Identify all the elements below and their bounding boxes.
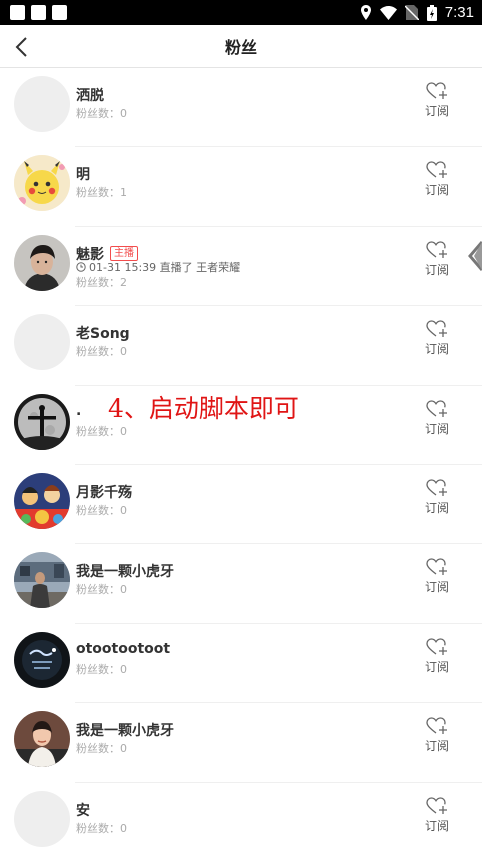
subscribe-heart-plus-icon: [426, 558, 447, 576]
name-line: 我是一颗小虎牙: [76, 561, 174, 581]
name-line: 老Song: [76, 323, 130, 343]
name-line: otootootoot: [76, 641, 170, 657]
fans-count: 粉丝数：0: [76, 662, 127, 676]
name-line: 洒脱: [76, 85, 104, 105]
subscribe-label: 订阅: [424, 421, 449, 436]
page-title: 粉丝: [224, 38, 257, 57]
fans-count: 粉丝数：0: [76, 107, 127, 120]
fans-count: 粉丝数：1: [76, 186, 127, 200]
fan-row[interactable]: 安粉丝数：0 订阅: [0, 783, 482, 857]
notification-icon: [31, 5, 46, 20]
subscribe-button[interactable]: 订阅: [422, 638, 452, 675]
subscribe-heart-plus-icon: [426, 241, 447, 258]
fan-row[interactable]: 月影千殇粉丝数：0 订阅: [0, 465, 482, 545]
fan-row[interactable]: 魅影 主播 01-31 15:39 直播了 王者荣耀 粉丝数：2 订阅: [0, 227, 482, 307]
last-live: 01-31 15:39 直播了 王者荣耀: [76, 259, 240, 275]
fan-row[interactable]: 老Song 粉丝数：0 订阅: [0, 306, 482, 386]
fan-name: 洒脱: [76, 88, 104, 104]
fans-count: 粉丝数：0: [76, 345, 127, 359]
fan-name: .: [76, 402, 82, 419]
subscribe-label: 订阅: [424, 104, 449, 118]
name-line: 月影千殇: [76, 482, 132, 502]
clock: 7:31: [444, 4, 474, 21]
subscribe-heart-plus-icon: [426, 399, 447, 417]
notification-icon: [52, 5, 67, 20]
name-line: 明: [76, 164, 90, 184]
fan-name: 明: [76, 167, 90, 184]
avatar[interactable]: [14, 631, 70, 688]
fan-name: 月影千殇: [76, 484, 132, 501]
fans-count: 粉丝数：0: [76, 583, 127, 597]
avatar[interactable]: [14, 393, 70, 450]
subscribe-button[interactable]: 订阅: [422, 161, 452, 198]
subscribe-heart-plus-icon: [426, 320, 447, 338]
subscribe-heart-plus-icon: [426, 717, 447, 735]
subscribe-heart-plus-icon: [426, 638, 447, 655]
overlay-caption: 4、启动脚本即可: [108, 394, 299, 423]
fans-count: 粉丝数：0: [76, 503, 127, 517]
fans-count: 粉丝数：0: [76, 742, 127, 756]
fan-name: 安: [76, 802, 90, 819]
location-icon: [360, 5, 371, 20]
subscribe-button[interactable]: 订阅: [422, 241, 452, 278]
subscribe-heart-plus-icon: [426, 479, 447, 496]
clock-icon: [76, 262, 86, 272]
subscribe-label: 订阅: [424, 580, 449, 595]
fan-name: otootootoot: [76, 640, 171, 657]
subscribe-label: 订阅: [424, 262, 449, 277]
subscribe-button[interactable]: 订阅: [422, 320, 452, 357]
subscribe-heart-plus-icon: [426, 82, 447, 99]
battery-icon: [426, 4, 437, 21]
subscribe-label: 订阅: [424, 659, 449, 674]
fans-count: 粉丝数：2: [76, 275, 127, 289]
subscribe-label: 订阅: [424, 818, 449, 833]
fan-row[interactable]: 我是一颗小虎牙 粉丝数：0 订阅: [0, 544, 482, 625]
subscribe-label: 订阅: [424, 183, 449, 198]
subscribe-button[interactable]: 订阅: [422, 82, 452, 119]
subscribe-label: 订阅: [424, 500, 449, 515]
fan-row[interactable]: 明粉丝数：1 订阅: [0, 147, 482, 228]
wifi-icon: [379, 5, 397, 20]
subscribe-button[interactable]: 订阅: [422, 558, 452, 595]
avatar[interactable]: [14, 472, 70, 529]
system-icons: 7:31: [360, 4, 474, 21]
fan-row[interactable]: otootootoot 粉丝数：0 订阅: [0, 624, 482, 704]
subscribe-button[interactable]: 订阅: [422, 399, 452, 437]
status-bar: 7:31: [0, 0, 482, 25]
fans-count: 粉丝数：0: [76, 821, 127, 835]
subscribe-heart-plus-icon: [426, 161, 447, 179]
subscribe-label: 订阅: [424, 342, 449, 357]
side-handle-icon[interactable]: [468, 238, 482, 274]
name-line: 我是一颗小虎牙: [76, 720, 174, 740]
fan-name: 我是一颗小虎牙: [76, 723, 174, 740]
avatar[interactable]: [14, 711, 70, 768]
avatar[interactable]: [14, 234, 70, 291]
fan-row[interactable]: 洒脱粉丝数：0 订阅: [0, 68, 482, 148]
avatar[interactable]: [14, 552, 70, 609]
notification-icon: [10, 5, 25, 20]
avatar[interactable]: [14, 314, 70, 371]
subscribe-button[interactable]: 订阅: [422, 796, 452, 834]
name-line: 安: [76, 800, 90, 820]
fan-row[interactable]: 我是一颗小虎牙 粉丝数：0 订阅: [0, 703, 482, 783]
avatar[interactable]: [14, 790, 70, 847]
subscribe-label: 订阅: [424, 739, 449, 754]
fans-list: 洒脱 粉丝数：0 订阅明粉丝数：1 订阅 魅影 主播 01-31 15:39 直播了 王者荣…: [0, 68, 482, 857]
name-line: .: [76, 403, 81, 419]
back-arrow-icon[interactable]: [12, 35, 34, 59]
avatar[interactable]: [14, 76, 70, 132]
header: 粉丝: [0, 25, 482, 68]
avatar[interactable]: [14, 155, 70, 212]
last-live-text: 01-31 15:39 直播了 王者荣耀: [89, 260, 241, 274]
subscribe-button[interactable]: 订阅: [422, 717, 452, 754]
subscribe-button[interactable]: 订阅: [422, 479, 452, 516]
no-sim-icon: [404, 5, 419, 20]
fan-name: 我是一颗小虎牙: [76, 564, 174, 581]
fan-name: 老Song: [76, 326, 130, 343]
notification-icons: [10, 5, 67, 20]
subscribe-heart-plus-icon: [426, 796, 447, 814]
